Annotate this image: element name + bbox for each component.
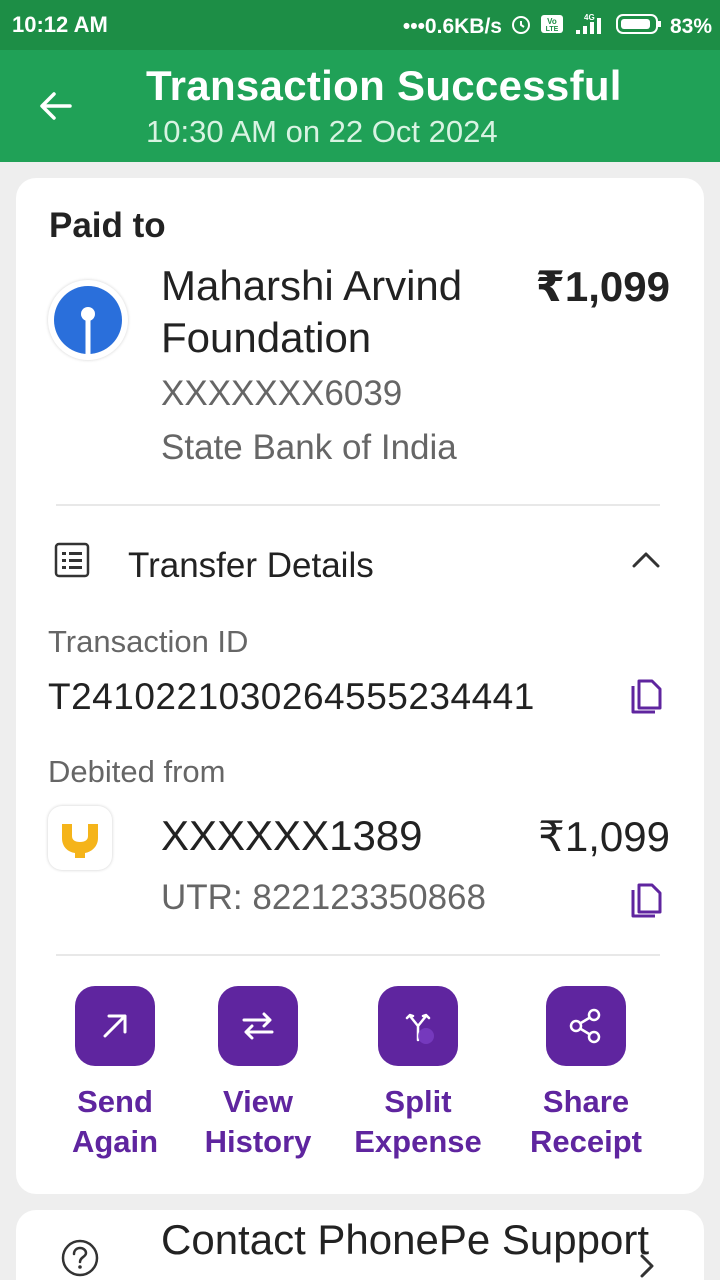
copy-utr-icon[interactable] xyxy=(624,882,664,922)
svg-text:Vo: Vo xyxy=(547,17,557,26)
payee-bank-name: State Bank of India xyxy=(161,428,457,467)
receipt-list-icon xyxy=(52,540,92,580)
paid-to-label: Paid to xyxy=(49,206,166,245)
view-history-button[interactable]: View History xyxy=(188,986,328,1162)
transfer-details-toggle[interactable]: Transfer Details xyxy=(128,546,374,586)
status-icons: •••0.6KB/s Vo LTE 4G 83% xyxy=(403,12,712,42)
volte-icon: Vo LTE xyxy=(540,13,564,41)
back-arrow-icon[interactable] xyxy=(34,84,78,128)
chevron-up-icon[interactable] xyxy=(628,546,664,574)
network-speed: •••0.6KB/s xyxy=(402,15,502,38)
help-icon xyxy=(60,1238,100,1278)
chevron-right-icon[interactable] xyxy=(636,1250,658,1280)
contact-support-label: Contact PhonePe Support xyxy=(161,1216,650,1263)
swap-arrows-icon[interactable] xyxy=(218,986,298,1066)
view-history-label: View History xyxy=(204,1084,312,1159)
split-icon[interactable] xyxy=(378,986,458,1066)
transaction-card: Paid to Maharshi Arvind Foundation ₹1,09… xyxy=(16,178,704,1194)
page-title: Transaction Successful xyxy=(146,62,622,109)
send-again-label: Send Again xyxy=(71,1084,159,1159)
signal-icon: 4G xyxy=(572,12,608,42)
debit-account-number: XXXXXX1389 xyxy=(161,812,423,859)
battery-icon xyxy=(615,13,662,41)
divider xyxy=(56,954,660,956)
share-icon[interactable] xyxy=(546,986,626,1066)
payee-name: Maharshi Arvind Foundation xyxy=(161,262,463,361)
status-bar: 10:12 AM •••0.6KB/s Vo LTE 4G 83% xyxy=(0,0,720,50)
alarm-icon xyxy=(510,13,532,41)
status-time: 10:12 AM xyxy=(12,12,108,37)
utr-number: UTR: 822123350868 xyxy=(161,878,486,917)
split-expense-label: Split Expense xyxy=(354,1084,482,1159)
transaction-id-value: T2410221030264555234441 xyxy=(48,676,535,717)
divider xyxy=(56,504,660,506)
debit-amount: ₹1,099 xyxy=(538,813,670,860)
share-receipt-button[interactable]: Share Receipt xyxy=(516,986,656,1162)
quick-actions: Send Again View History Split Expense Share… xyxy=(16,986,704,1176)
pnb-logo-icon xyxy=(48,806,112,870)
debited-from-label: Debited from xyxy=(48,754,226,789)
contact-support-card[interactable]: Contact PhonePe Support xyxy=(16,1210,704,1280)
share-receipt-label: Share Receipt xyxy=(530,1084,642,1159)
svg-text:LTE: LTE xyxy=(546,26,559,33)
send-again-button[interactable]: Send Again xyxy=(45,986,185,1162)
payee-amount: ₹1,099 xyxy=(535,263,670,310)
payee-account-number: XXXXXXX6039 xyxy=(161,374,403,413)
network-type: 4G xyxy=(584,13,595,22)
copy-transaction-id-icon[interactable] xyxy=(624,678,664,718)
transaction-id-label: Transaction ID xyxy=(48,624,249,659)
split-expense-button[interactable]: Split Expense xyxy=(348,986,488,1162)
arrow-up-right-icon[interactable] xyxy=(75,986,155,1066)
app-header: Transaction Successful 10:30 AM on 22 Oc… xyxy=(0,50,720,162)
sbi-logo-icon xyxy=(48,280,128,360)
battery-percent: 83% xyxy=(669,15,712,38)
transaction-timestamp: 10:30 AM on 22 Oct 2024 xyxy=(146,114,498,149)
